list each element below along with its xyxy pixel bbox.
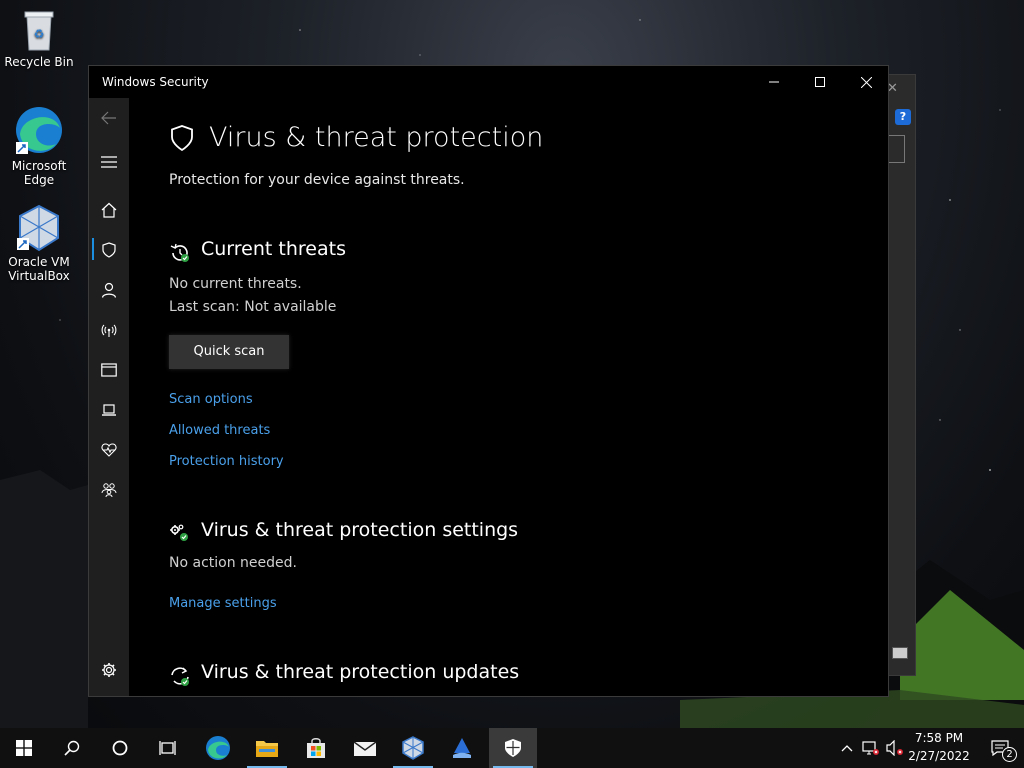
network-tray-button[interactable] (860, 728, 882, 768)
windows-security-window: Windows Security Virus & threat protecti… (88, 65, 889, 697)
start-button[interactable] (0, 728, 48, 768)
minimize-button[interactable] (751, 66, 797, 98)
settings-status: No action needed. (169, 555, 297, 571)
recycle-bin-label: Recycle Bin (4, 55, 74, 69)
recycle-bin-desktop-icon[interactable]: ♻ Recycle Bin (2, 8, 76, 69)
maximize-button[interactable] (797, 66, 843, 98)
protection-settings-heading: Virus & threat protection settings (201, 519, 519, 541)
minimize-icon (769, 81, 779, 83)
cortana-button[interactable] (96, 728, 144, 768)
nav-settings[interactable] (89, 650, 129, 690)
store-bag-icon (307, 738, 325, 758)
person-icon (101, 282, 117, 298)
chevron-up-icon (841, 745, 853, 752)
nav-device-security[interactable] (89, 390, 129, 430)
gear-icon (102, 663, 116, 677)
cortana-circle-icon (112, 740, 128, 756)
protection-updates-heading: Virus & threat protection updates (201, 661, 520, 683)
volume-muted-icon (886, 740, 903, 756)
taskbar-app-blue[interactable] (438, 728, 486, 768)
mail-envelope-icon (353, 741, 377, 756)
nav-home[interactable] (89, 190, 129, 230)
network-disconnected-icon (862, 741, 879, 755)
main-content: Virus & threat protection Protection for… (129, 98, 886, 696)
current-threats-heading: Current threats (201, 238, 346, 260)
show-hidden-icons-button[interactable] (836, 728, 858, 768)
back-button[interactable] (89, 98, 129, 138)
virtualbox-icon (17, 204, 59, 252)
microsoft-edge-desktop-icon[interactable]: Microsoft Edge (2, 104, 76, 187)
page-subtitle: Protection for your device against threa… (169, 172, 465, 188)
taskbar-windows-security[interactable] (489, 728, 537, 768)
clock-time: 7:58 PM (914, 731, 964, 745)
home-icon (101, 202, 117, 218)
laptop-icon (102, 404, 116, 416)
navigation-sidebar (89, 98, 129, 696)
edge-icon (206, 736, 230, 760)
search-button[interactable] (48, 728, 96, 768)
close-icon (860, 76, 872, 88)
edge-icon (16, 107, 62, 154)
quick-scan-button[interactable]: Quick scan (169, 335, 289, 369)
protection-history-link[interactable]: Protection history (169, 454, 284, 469)
allowed-threats-link[interactable]: Allowed threats (169, 423, 270, 438)
page-title: Virus & threat protection (209, 122, 544, 153)
shield-icon (505, 739, 521, 757)
menu-button[interactable] (89, 142, 129, 182)
nav-app-browser-control[interactable] (89, 350, 129, 390)
nav-account-protection[interactable] (89, 270, 129, 310)
window-title: Windows Security (102, 75, 209, 89)
task-view-button[interactable] (144, 728, 192, 768)
update-refresh-icon (171, 667, 189, 686)
taskbar: 7:58 PM 2/27/2022 2 (0, 728, 1024, 768)
edge-label: Microsoft Edge (11, 159, 67, 187)
nav-family-options[interactable] (89, 470, 129, 510)
window-thumbnail-icon[interactable] (892, 647, 908, 659)
windows-logo-icon (16, 740, 32, 756)
virtualbox-icon (402, 736, 424, 760)
taskbar-edge[interactable] (194, 728, 242, 768)
shield-icon (102, 242, 116, 258)
folder-icon (256, 741, 278, 757)
notification-count-badge: 2 (1002, 747, 1017, 762)
manage-settings-link[interactable]: Manage settings (169, 596, 277, 611)
hamburger-icon (101, 156, 117, 168)
back-arrow-icon (101, 111, 116, 125)
taskbar-virtualbox[interactable] (389, 728, 437, 768)
title-bar[interactable]: Windows Security (89, 66, 888, 98)
heart-pulse-icon (101, 443, 117, 457)
virtualbox-desktop-icon[interactable]: Oracle VM VirtualBox (2, 204, 76, 283)
taskbar-microsoft-store[interactable] (292, 728, 340, 768)
volume-tray-button[interactable] (884, 728, 906, 768)
family-icon (101, 483, 117, 498)
last-scan-status: Last scan: Not available (169, 299, 337, 315)
taskbar-mail[interactable] (341, 728, 389, 768)
recycle-bin-icon: ♻ (24, 11, 54, 51)
nav-firewall-network[interactable] (89, 310, 129, 350)
clock-button[interactable]: 7:58 PM 2/27/2022 (906, 728, 972, 768)
search-icon (64, 740, 80, 756)
svg-text:♻: ♻ (34, 27, 45, 41)
scan-options-link[interactable]: Scan options (169, 392, 253, 407)
clock-date: 2/27/2022 (908, 749, 970, 763)
nav-virus-threat-protection[interactable] (89, 230, 129, 270)
close-button[interactable] (843, 66, 888, 98)
threat-history-icon (170, 243, 189, 262)
taskbar-file-explorer[interactable] (243, 728, 291, 768)
task-view-icon (159, 741, 176, 755)
threat-status: No current threats. (169, 276, 302, 292)
help-icon[interactable]: ? (895, 109, 911, 125)
wireless-icon (101, 324, 117, 337)
virtualbox-label: Oracle VM VirtualBox (8, 255, 70, 283)
maximize-icon (815, 77, 825, 87)
blue-app-icon (453, 738, 471, 758)
action-center-button[interactable]: 2 (976, 728, 1024, 768)
shield-icon (171, 125, 193, 152)
browser-window-icon (101, 363, 117, 377)
nav-device-performance-health[interactable] (89, 430, 129, 470)
settings-gears-icon (170, 524, 188, 541)
